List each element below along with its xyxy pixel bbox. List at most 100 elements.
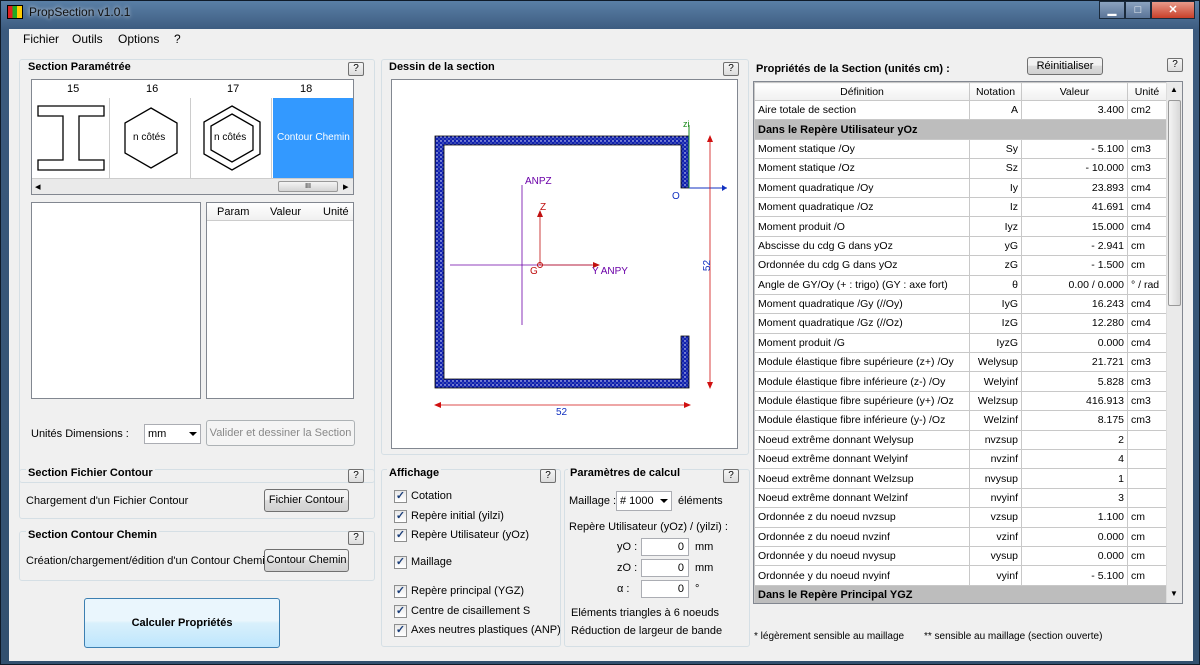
table-row[interactable]: Module élastique fibre inférieure (z-) /… [754, 371, 1167, 392]
table-row[interactable]: Moment quadratique /Gz (//Oz) IzG 12.280 cm… [754, 313, 1167, 334]
contour-chemin-button[interactable]: Contour Chemin [264, 549, 349, 572]
valeur-cell: 12.280 [1021, 313, 1128, 334]
repere-principal-checkbox[interactable]: ✓ Repère principal (YGZ) [394, 584, 524, 598]
section-header-row[interactable]: Dans le Repère Utilisateur yOz [754, 119, 1167, 140]
table-row[interactable]: Ordonnée z du noeud nvzsup vzsup 1.100 cm [754, 507, 1167, 528]
repere-utilisateur-checkbox[interactable]: ✓ Repère Utilisateur (yOz) [394, 528, 529, 542]
unite-cell: cm4 [1127, 293, 1167, 315]
contour-chemin-title: Section Contour Chemin [26, 529, 159, 541]
hollow-polygon-shape[interactable]: n côtés [192, 98, 272, 178]
table-row[interactable]: Ordonnée y du noeud nvysup vysup 0.000 cm [754, 545, 1167, 567]
gallery-hscrollbar[interactable]: ◂ III ▸ [32, 178, 353, 194]
close-button[interactable]: ✕ [1151, 1, 1195, 19]
table-row[interactable]: Module élastique fibre inférieure (y-) /… [754, 410, 1167, 431]
maximize-button[interactable]: □ [1125, 1, 1151, 19]
table-row[interactable]: Moment quadratique /Gy (//Oy) IyG 16.243 cm… [754, 293, 1167, 315]
scroll-thumb[interactable]: III [278, 181, 338, 192]
unite-cell: cm3 [1127, 410, 1167, 431]
valeur-cell: 3.400 [1021, 99, 1128, 121]
definition-cell: Noeud extrême donnant Welzsup [754, 468, 970, 489]
triangles-note: Eléments triangles à 6 noeuds [571, 607, 719, 619]
reinitialiser-button[interactable]: Réinitialiser [1027, 57, 1103, 75]
table-row[interactable]: Module élastique fibre supérieure (y+) /… [754, 390, 1167, 412]
unite-header[interactable]: Unité [1127, 82, 1167, 101]
table-row[interactable]: Ordonnée du cdg G dans yOz zG - 1.500 cm [754, 255, 1167, 276]
param-grid[interactable]: Param Valeur Unité [206, 202, 354, 399]
shape16-label: n côtés [133, 132, 166, 143]
dessin-help-button[interactable]: ? [723, 62, 739, 76]
repere-initial-checkbox[interactable]: ✓ Repère initial (yilzi) [394, 509, 504, 523]
units-select[interactable]: mm [144, 424, 201, 444]
valeur-cell: 4 [1021, 449, 1128, 470]
table-row[interactable]: Noeud extrême donnant Welyinf nvzinf 4 [754, 449, 1167, 470]
cotation-checkbox[interactable]: ✓ Cotation [394, 489, 452, 503]
validate-draw-button[interactable]: Valider et dessiner la Section [206, 420, 355, 446]
yo-input[interactable]: 0 [641, 538, 689, 556]
contour-chemin-help-button[interactable]: ? [348, 531, 364, 545]
menu-help[interactable]: ? [174, 32, 181, 46]
valeur-header[interactable]: Valeur [1021, 82, 1128, 101]
axes-neutres-checkbox[interactable]: ✓ Axes neutres plastiques (ANP) [394, 623, 561, 637]
table-row[interactable]: Moment quadratique /Oz Iz 41.691 cm4 [754, 196, 1167, 218]
scroll-down-icon[interactable]: ▼ [1170, 589, 1178, 598]
table-row[interactable]: Abscisse du cdg G dans yOz yG - 2.941 cm [754, 235, 1167, 257]
table-row[interactable]: Moment statique /Oz Sz - 10.000 cm3 [754, 158, 1167, 179]
table-row[interactable]: Moment produit /O Iyz 15.000 cm4 [754, 216, 1167, 237]
scroll-left-icon[interactable]: ◂ [35, 180, 41, 193]
notation-header[interactable]: Notation [969, 82, 1022, 101]
table-row[interactable]: Aire totale de section A 3.400 cm2 [754, 99, 1167, 121]
section-header-row[interactable]: Dans le Repère Principal YGZ [754, 584, 1167, 603]
scroll-right-icon[interactable]: ▸ [343, 180, 349, 193]
proprietes-grid[interactable]: Définition Notation Valeur Unité Aire to… [753, 81, 1183, 604]
table-row[interactable]: Module élastique fibre supérieure (z+) /… [754, 352, 1167, 373]
proprietes-help-button[interactable]: ? [1167, 58, 1183, 72]
table-row[interactable]: Moment statique /Oy Sy - 5.100 cm3 [754, 138, 1167, 160]
table-row[interactable]: Noeud extrême donnant Welysup nvzsup 2 [754, 429, 1167, 451]
fichier-contour-button[interactable]: Fichier Contour [264, 489, 349, 512]
definition-header[interactable]: Définition [754, 82, 970, 101]
units-label: Unités Dimensions : [31, 428, 129, 440]
section-parametree-help-button[interactable]: ? [348, 62, 364, 76]
title-bar[interactable]: PropSection v1.0.1 ▁ □ ✕ [1, 1, 1200, 23]
minimize-button[interactable]: ▁ [1099, 1, 1125, 19]
table-row[interactable]: Ordonnée y du noeud nvyinf vyinf - 5.100 cm [754, 565, 1167, 586]
section-list[interactable] [31, 202, 201, 399]
valeur-cell: 23.893 [1021, 177, 1128, 198]
zo-input[interactable]: 0 [641, 559, 689, 577]
table-row[interactable]: Angle de GY/Oy (+ : trigo) (GY : axe for… [754, 274, 1167, 295]
menu-options[interactable]: Options [118, 32, 159, 46]
affichage-help-button[interactable]: ? [540, 469, 556, 483]
i-beam-shape[interactable] [32, 98, 110, 178]
scroll-up-icon[interactable]: ▲ [1170, 85, 1178, 94]
notation-cell: vyinf [969, 565, 1022, 586]
centre-cisaillement-checkbox[interactable]: ✓ Centre de cisaillement S [394, 604, 530, 618]
contour-chemin-shape[interactable]: Contour Chemin [273, 98, 353, 178]
drawing-canvas[interactable]: ANPZ Z G Y ANPY zi O 52 52 [391, 79, 738, 449]
proprietes-vscrollbar[interactable]: ▲ ▼ [1166, 82, 1182, 603]
maillage-select[interactable]: # 1000 [616, 491, 672, 511]
fichier-contour-help-button[interactable]: ? [348, 469, 364, 483]
menu-fichier[interactable]: Fichier [23, 32, 59, 46]
param-col-header: Param [217, 206, 250, 218]
section-header-cell: Dans le Repère Principal YGZ [754, 584, 1167, 603]
table-row[interactable]: Ordonnée z du noeud nvzinf vzinf 0.000 cm [754, 526, 1167, 547]
unite-cell: cm4 [1127, 196, 1167, 218]
g-label: G [530, 266, 538, 277]
parametres-help-button[interactable]: ? [723, 469, 739, 483]
col-17: 17 [227, 83, 240, 95]
table-row[interactable]: Moment quadratique /Oy Iy 23.893 cm4 [754, 177, 1167, 198]
table-row[interactable]: Moment produit /G IyzG 0.000 cm4 [754, 332, 1167, 354]
alpha-input[interactable]: 0 [641, 580, 689, 598]
check-icon: ✓ [394, 528, 407, 542]
maillage-checkbox[interactable]: ✓ Maillage [394, 555, 452, 569]
polygon-shape[interactable]: n côtés [111, 98, 191, 178]
unite-cell: cm [1127, 255, 1167, 276]
alpha-label: α : [617, 583, 630, 595]
unite-cell [1127, 449, 1167, 470]
calculer-proprietes-button[interactable]: Calculer Propriétés [84, 598, 280, 648]
table-row[interactable]: Noeud extrême donnant Welzinf nvyinf 3 [754, 487, 1167, 509]
section-header-cell: Dans le Repère Utilisateur yOz [754, 119, 1167, 140]
table-row[interactable]: Noeud extrême donnant Welzsup nvysup 1 [754, 468, 1167, 489]
menu-outils[interactable]: Outils [72, 32, 103, 46]
scroll-thumb[interactable] [1168, 100, 1181, 306]
